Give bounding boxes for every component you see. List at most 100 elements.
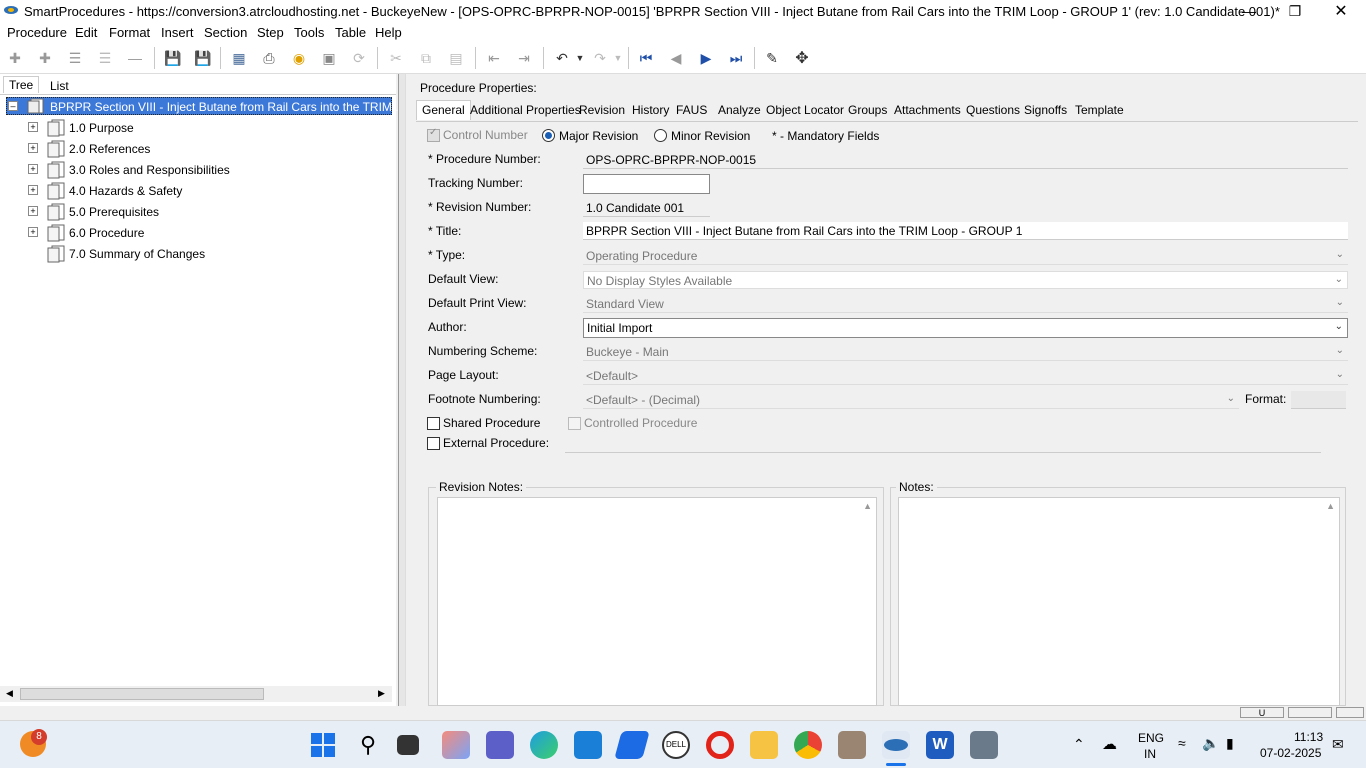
footnote-numbering-select[interactable]: <Default> - (Decimal) ⌄ <box>583 391 1239 409</box>
file-explorer-icon[interactable] <box>750 731 778 759</box>
language-in[interactable]: IN <box>1144 747 1156 761</box>
notes-textarea[interactable]: ▲ <box>898 497 1340 706</box>
tab-faus[interactable]: FAUS <box>671 101 712 121</box>
increase-indent-icon[interactable]: ⇥ <box>514 49 534 67</box>
title-input[interactable]: BPRPR Section VIII - Inject Butane from … <box>583 222 1348 240</box>
controlled-procedure-checkbox[interactable] <box>568 417 581 430</box>
tree-item-prerequisites[interactable]: + 5.0 Prerequisites <box>0 202 390 222</box>
menu-insert[interactable]: Insert <box>161 25 194 40</box>
language-eng[interactable]: ENG <box>1138 731 1164 745</box>
menu-table[interactable]: Table <box>335 25 366 40</box>
image-icon[interactable]: ▣ <box>319 49 339 67</box>
minor-revision-radio[interactable] <box>654 129 667 142</box>
tree-item-hazards[interactable]: + 4.0 Hazards & Safety <box>0 181 390 201</box>
numbering-scheme-select[interactable]: Buckeye - Main ⌄ <box>583 343 1348 361</box>
word-icon[interactable]: W <box>926 731 954 759</box>
copilot-icon[interactable] <box>442 731 470 759</box>
volume-icon[interactable]: 🔈 <box>1202 735 1219 752</box>
remote-app-icon[interactable] <box>838 731 866 759</box>
tab-revision[interactable]: Revision <box>574 101 630 121</box>
collapse-icon[interactable]: – <box>8 101 18 111</box>
copy-icon[interactable]: ⧉ <box>416 49 436 67</box>
decrease-indent-icon[interactable]: ⇤ <box>484 49 504 67</box>
menu-help[interactable]: Help <box>375 25 402 40</box>
windows-start-icon[interactable] <box>311 733 335 757</box>
tab-signoffs[interactable]: Signoffs <box>1019 101 1072 121</box>
expand-icon[interactable]: + <box>28 122 38 132</box>
next-icon[interactable]: ▶ <box>696 49 716 67</box>
menu-tools[interactable]: Tools <box>294 25 324 40</box>
previous-icon[interactable]: ◀ <box>666 49 686 67</box>
smartprocedures-taskbar-icon[interactable] <box>882 731 910 759</box>
tab-tree[interactable]: Tree <box>3 76 40 93</box>
major-revision-radio[interactable] <box>542 129 555 142</box>
scroll-left-icon[interactable]: ◀ <box>6 688 13 699</box>
paste-icon[interactable]: ▤ <box>446 49 466 67</box>
notifications-icon[interactable]: ✉ <box>1332 736 1344 753</box>
menu-section[interactable]: Section <box>204 25 247 40</box>
close-button[interactable]: ✕ <box>1318 0 1364 22</box>
panel-splitter[interactable] <box>398 74 406 706</box>
default-view-select[interactable]: No Display Styles Available ⌄ <box>583 271 1348 289</box>
tab-analyze[interactable]: Analyze <box>713 101 766 121</box>
outdent-icon[interactable]: ☰ <box>95 49 115 67</box>
scroll-thumb[interactable] <box>20 688 264 700</box>
tree-item-roles[interactable]: + 3.0 Roles and Responsibilities <box>0 160 390 180</box>
clock-time[interactable]: 11:13 <box>1294 730 1323 744</box>
scroll-up-icon[interactable]: ▲ <box>1326 501 1335 511</box>
add-icon[interactable]: ✚ <box>5 49 25 67</box>
expand-icon[interactable]: + <box>28 206 38 216</box>
horizontal-scrollbar[interactable]: ◀ ▶ <box>0 686 392 702</box>
tree-root-node[interactable]: BPRPR Section VIII - Inject Butane from … <box>6 97 402 115</box>
find-icon[interactable]: ✎ <box>762 49 782 67</box>
format-field[interactable] <box>1291 391 1346 409</box>
battery-icon[interactable]: ▮ <box>1226 735 1234 752</box>
external-procedure-checkbox[interactable] <box>427 437 440 450</box>
last-icon[interactable]: ⏭ <box>726 49 746 67</box>
tab-general[interactable]: General <box>416 100 471 120</box>
redo-dropdown-icon[interactable]: ▼ <box>608 49 628 67</box>
type-select[interactable]: Operating Procedure ⌄ <box>583 247 1348 265</box>
scroll-up-icon[interactable]: ▲ <box>863 501 872 511</box>
tree-item-references[interactable]: + 2.0 References <box>0 139 390 159</box>
menu-procedure[interactable]: Procedure <box>7 25 67 40</box>
preview-icon[interactable]: ▦ <box>229 49 249 67</box>
spellcheck-icon[interactable]: ◉ <box>289 49 309 67</box>
minimize-button[interactable]: — <box>1226 0 1272 22</box>
shared-procedure-checkbox[interactable] <box>427 417 440 430</box>
undo-icon[interactable]: ↶ <box>552 49 572 67</box>
edge-icon[interactable] <box>530 731 558 759</box>
undo-dropdown-icon[interactable]: ▼ <box>570 49 590 67</box>
remote-desktop-icon[interactable] <box>970 731 998 759</box>
chevron-up-icon[interactable]: ⌃ <box>1073 736 1085 753</box>
menu-format[interactable]: Format <box>109 25 150 40</box>
teams-icon[interactable] <box>486 731 514 759</box>
tree-item-procedure[interactable]: + 6.0 Procedure <box>0 223 390 243</box>
tab-template[interactable]: Template <box>1070 101 1129 121</box>
save-all-icon[interactable]: 💾 <box>163 49 183 67</box>
menu-step[interactable]: Step <box>257 25 284 40</box>
wifi-icon[interactable]: ≈ <box>1178 735 1186 751</box>
expand-icon[interactable]: + <box>28 143 38 153</box>
store-icon[interactable] <box>574 731 602 759</box>
task-view-icon[interactable] <box>397 735 419 755</box>
scroll-right-icon[interactable]: ▶ <box>378 688 385 699</box>
app-arrow-icon[interactable] <box>614 731 650 759</box>
menu-edit[interactable]: Edit <box>75 25 97 40</box>
search-icon[interactable]: ⚲ <box>354 731 382 759</box>
clock-date[interactable]: 07-02-2025 <box>1260 746 1321 760</box>
cut-icon[interactable]: ✂ <box>386 49 406 67</box>
tree-item-summary[interactable]: 7.0 Summary of Changes <box>0 244 390 264</box>
tab-groups[interactable]: Groups <box>843 101 892 121</box>
author-select[interactable]: Initial Import ⌄ <box>583 318 1348 338</box>
redo-icon[interactable]: ↷ <box>590 49 610 67</box>
restore-button[interactable]: ❐ <box>1272 0 1318 22</box>
opera-icon[interactable] <box>706 731 734 759</box>
dell-icon[interactable]: DELL <box>662 731 690 759</box>
tracking-number-input[interactable] <box>583 174 710 194</box>
expand-icon[interactable]: + <box>28 164 38 174</box>
tab-list[interactable]: List <box>45 78 74 94</box>
tab-questions[interactable]: Questions <box>961 101 1025 121</box>
tree-item-purpose[interactable]: + 1.0 Purpose <box>0 118 390 138</box>
print-icon[interactable]: ⎙ <box>259 49 279 67</box>
